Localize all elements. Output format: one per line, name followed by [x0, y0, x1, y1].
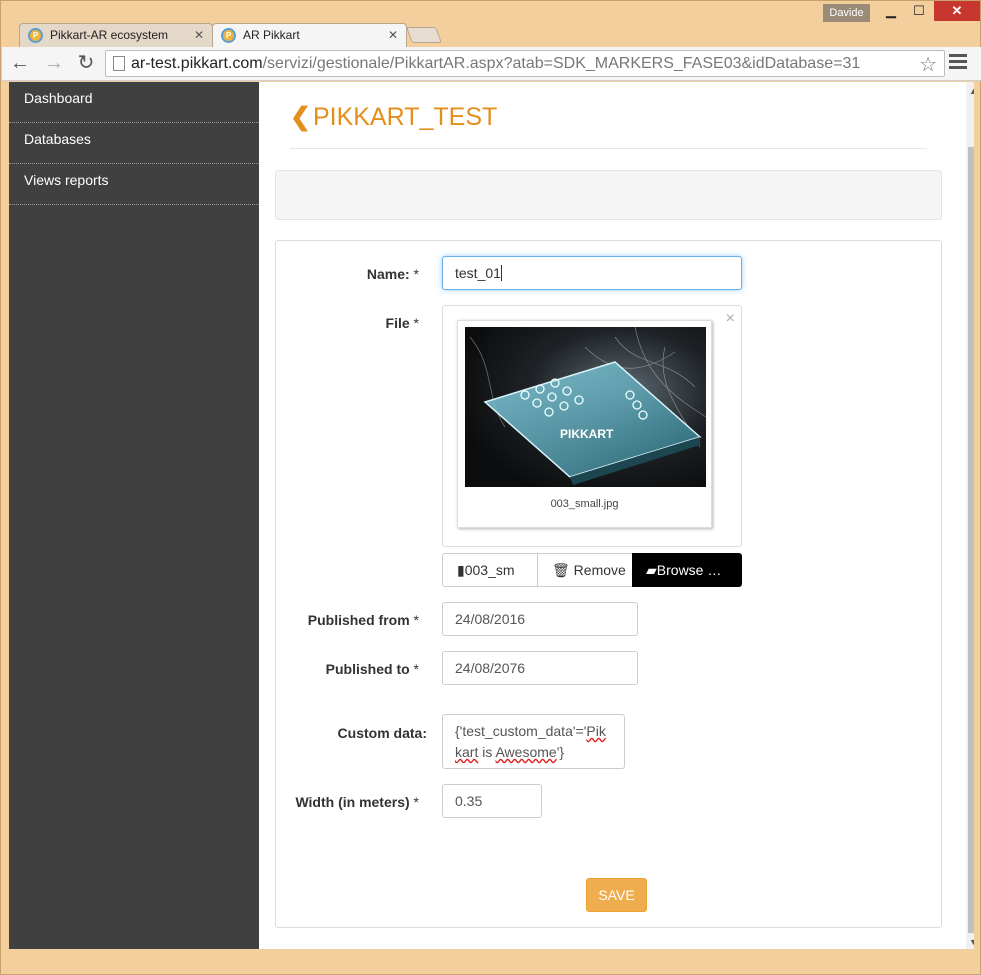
file-caption: 003_small.jpg [550, 498, 619, 510]
browser-window: Davide ▁ ☐ ✕ P Pikkart-AR ecosystem ✕ P … [0, 0, 981, 975]
required-mark: * [413, 794, 419, 810]
file-label: File * [259, 315, 419, 331]
selected-file-name: 003_sm [464, 562, 515, 578]
browse-button[interactable]: ▰Browse … [632, 553, 742, 587]
minimize-button[interactable]: ▁ [878, 1, 904, 21]
page-title: ❮PIKKART_TEST [290, 102, 497, 132]
sidebar: Dashboard Databases Views reports [9, 82, 259, 949]
misspelled-word: kart [455, 744, 479, 760]
pikkart-logo-icon: P [221, 28, 236, 43]
misspelled-word: Awesome [495, 744, 557, 760]
sidebar-item-databases[interactable]: Databases [9, 123, 259, 164]
file-thumbnail: PIKKART 003_small.jpg [457, 320, 712, 528]
published-to-label-text: Published to [325, 661, 410, 677]
custom-data-line-1: {'test_custom_data'='Pik [455, 721, 612, 742]
published-to-label: Published to * [259, 661, 419, 677]
info-well [275, 170, 942, 220]
tab-close-icon[interactable]: ✕ [388, 24, 398, 46]
save-button[interactable]: SAVE [586, 878, 647, 912]
name-label-text: Name: [366, 266, 410, 282]
sidebar-item-dashboard[interactable]: Dashboard [9, 82, 259, 123]
browser-toolbar: ← → ↻ ar-test.pikkart.com/servizi/gestio… [2, 47, 981, 81]
reload-icon[interactable]: ↻ [75, 52, 97, 74]
thumbnail-brand: PIKKART [560, 427, 614, 441]
thumbnail-image: PIKKART [465, 327, 706, 487]
title-divider [290, 148, 927, 149]
width-label: Width (in meters) * [259, 794, 419, 810]
page-viewport: Dashboard Databases Views reports ❮PIKKA… [9, 82, 974, 949]
published-from-label: Published from * [259, 612, 419, 628]
tab-pikkart-ar-ecosystem[interactable]: P Pikkart-AR ecosystem ✕ [19, 23, 213, 47]
scroll-thumb[interactable] [968, 147, 974, 933]
page-icon [113, 56, 125, 71]
vertical-scrollbar[interactable]: ▲ ▼ [966, 82, 974, 949]
pikkart-logo-icon: P [28, 28, 43, 43]
tab-label: Pikkart-AR ecosystem [50, 28, 169, 42]
custom-data-text: {'test_custom_data'=' [455, 723, 587, 739]
tab-label: AR Pikkart [243, 28, 300, 42]
name-input-value: test_01 [455, 265, 501, 281]
menu-hamburger-icon[interactable] [949, 54, 967, 72]
page-title-text: PIKKART_TEST [312, 103, 498, 131]
forward-arrow-icon[interactable]: → [43, 52, 65, 74]
tab-close-icon[interactable]: ✕ [194, 24, 204, 46]
folder-open-icon: ▰ [646, 562, 657, 578]
custom-data-text: is [478, 744, 496, 760]
profile-badge[interactable]: Davide [823, 4, 870, 22]
close-window-button[interactable]: ✕ [934, 1, 980, 21]
scroll-down-icon[interactable]: ▼ [969, 937, 974, 947]
maximize-button[interactable]: ☐ [906, 1, 932, 21]
back-chevron-icon[interactable]: ❮ [290, 102, 311, 132]
required-mark: * [413, 661, 419, 677]
url-host: ar-test.pikkart.com [131, 55, 263, 72]
file-icon: ▮ [457, 562, 465, 578]
remove-button[interactable]: 🗑 Remove [537, 553, 633, 587]
custom-data-line-2: kart is Awesome'} [455, 742, 612, 763]
url-path: /servizi/gestionale/PikkartAR.aspx?atab=… [262, 55, 861, 72]
width-label-text: Width (in meters) [295, 794, 410, 810]
selected-file-button[interactable]: ▮003_sm [442, 553, 538, 587]
back-arrow-icon[interactable]: ← [9, 52, 31, 74]
published-from-input[interactable]: 24/08/2016 [442, 602, 638, 636]
text-caret [500, 265, 502, 281]
browse-label: Browse … [656, 562, 722, 578]
address-bar[interactable]: ar-test.pikkart.com/servizi/gestionale/P… [105, 50, 945, 77]
width-input[interactable]: 0.35 [442, 784, 542, 818]
url-text[interactable]: ar-test.pikkart.com/servizi/gestionale/P… [131, 55, 860, 73]
custom-data-label: Custom data: [337, 725, 427, 741]
close-icon[interactable]: × [726, 310, 735, 328]
required-mark: * [413, 612, 419, 628]
custom-data-textarea[interactable]: {'test_custom_data'='Pik kart is Awesome… [442, 714, 625, 769]
trash-icon: 🗑 [552, 562, 570, 578]
published-from-label-text: Published from [307, 612, 410, 628]
name-input[interactable]: test_01 [442, 256, 742, 290]
tab-ar-pikkart[interactable]: P AR Pikkart ✕ [212, 23, 407, 47]
name-label: Name: * [259, 266, 419, 282]
file-label-text: File [385, 315, 410, 331]
scroll-up-icon[interactable]: ▲ [969, 86, 974, 96]
bookmark-star-icon[interactable]: ☆ [919, 52, 937, 77]
required-mark: * [413, 266, 419, 282]
remove-label: Remove [573, 562, 626, 578]
new-tab-button[interactable] [406, 27, 442, 43]
sidebar-item-views-reports[interactable]: Views reports [9, 164, 259, 205]
published-to-input[interactable]: 24/08/2076 [442, 651, 638, 685]
misspelled-word: Pik [586, 723, 606, 739]
required-mark: * [413, 315, 419, 331]
custom-data-text: '} [556, 744, 565, 760]
file-preview-box: × PIKKART 003_small.jpg [442, 305, 742, 547]
